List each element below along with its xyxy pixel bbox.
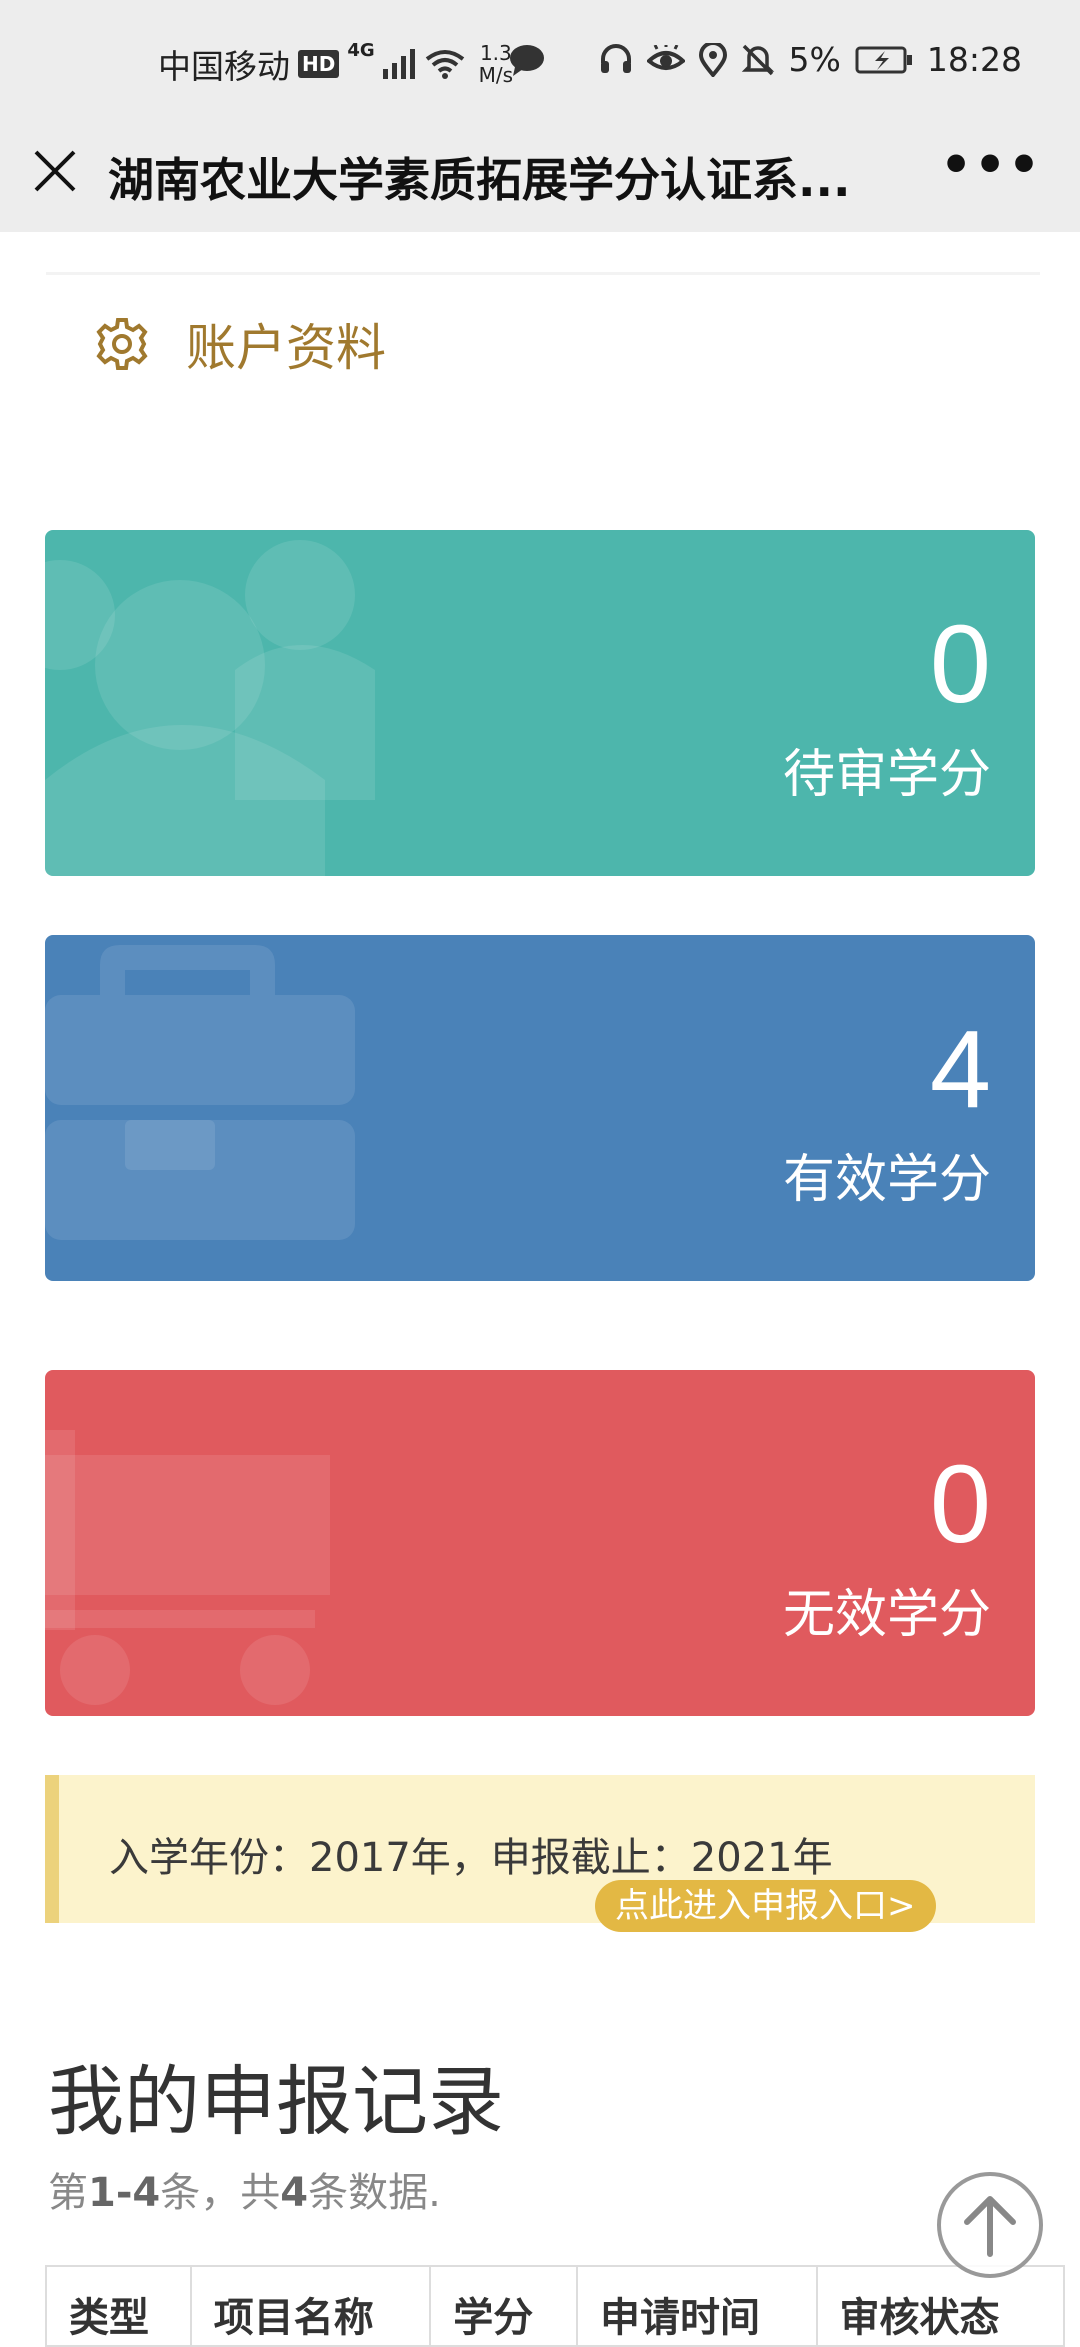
- carrier-name: 中国移动: [158, 47, 290, 86]
- valid-credits-label: 有效学分: [782, 1150, 991, 1210]
- column-header-apply-time[interactable]: 申请时间: [575, 2265, 818, 2347]
- signal-icon: [382, 49, 415, 79]
- summary-suffix: 条数据.: [308, 2170, 441, 2216]
- gear-icon: [96, 318, 148, 370]
- valid-credits-card[interactable]: 4 有效学分: [45, 935, 1035, 1281]
- pending-credits-label: 待审学分: [782, 745, 991, 805]
- divider: [46, 272, 1040, 275]
- summary-range: 1-4: [88, 2170, 161, 2216]
- invalid-credits-value: 0: [929, 1443, 991, 1566]
- briefcase-icon: [45, 945, 355, 1240]
- summary-total: 4: [280, 2170, 309, 2216]
- column-header-credits[interactable]: 学分: [429, 2265, 578, 2347]
- records-title: 我的申报记录: [48, 2057, 504, 2146]
- title-bar: 湖南农业大学素质拓展学分认证系... •••: [0, 126, 1080, 232]
- summary-prefix: 第: [48, 2170, 88, 2216]
- message-icon: [509, 44, 544, 76]
- close-icon[interactable]: [30, 146, 80, 196]
- cart-icon: [45, 1430, 330, 1705]
- status-left: 中国移动 HD 4G 1.3 M/s: [158, 40, 513, 88]
- users-icon: [45, 540, 375, 876]
- valid-credits-value: 4: [929, 1008, 991, 1131]
- wifi-icon: [425, 50, 464, 79]
- records-summary: 第1-4条，共4条数据.: [48, 2160, 441, 2218]
- location-icon: [698, 42, 727, 77]
- battery-icon: [855, 46, 912, 73]
- column-header-type[interactable]: 类型: [45, 2265, 192, 2347]
- status-bar: 中国移动 HD 4G 1.3 M/s 5% 18:28: [0, 0, 1080, 126]
- records-table: 类型 项目名称 学分 申请时间 审核状态: [45, 2265, 1066, 2347]
- invalid-credits-card[interactable]: 0 无效学分: [45, 1370, 1035, 1716]
- hd-badge: HD: [298, 50, 340, 78]
- table-header-row: 类型 项目名称 学分 申请时间 审核状态: [45, 2265, 1066, 2347]
- invalid-credits-label: 无效学分: [782, 1585, 991, 1645]
- pending-credits-card[interactable]: 0 待审学分: [45, 530, 1035, 876]
- battery-percent: 5%: [788, 40, 841, 79]
- bell-mute-icon: [741, 44, 774, 75]
- status-right: 5% 18:28: [509, 40, 1022, 79]
- account-info-label: 账户资料: [186, 319, 386, 377]
- speed-value: 1.3: [479, 41, 512, 65]
- scroll-to-top-button[interactable]: [937, 2172, 1043, 2278]
- account-info-link[interactable]: 账户资料: [94, 308, 386, 380]
- headset-icon: [600, 43, 631, 73]
- network-type: 4G: [347, 40, 375, 61]
- pending-credits-value: 0: [929, 603, 991, 726]
- arrow-up-icon: [964, 2196, 1016, 2257]
- summary-mid: 条，共: [160, 2170, 281, 2216]
- notice-text: 入学年份：2017年，申报截止：2021年: [109, 1835, 833, 1881]
- page-title: 湖南农业大学素质拓展学分认证系...: [108, 153, 851, 207]
- column-header-review-status[interactable]: 审核状态: [815, 2265, 1066, 2347]
- more-menu-button[interactable]: •••: [940, 136, 1042, 194]
- column-header-project-name[interactable]: 项目名称: [189, 2265, 432, 2347]
- eye-icon: [646, 44, 685, 70]
- clock: 18:28: [926, 40, 1022, 79]
- apply-entry-button[interactable]: 点此进入申报入口>: [595, 1880, 936, 1932]
